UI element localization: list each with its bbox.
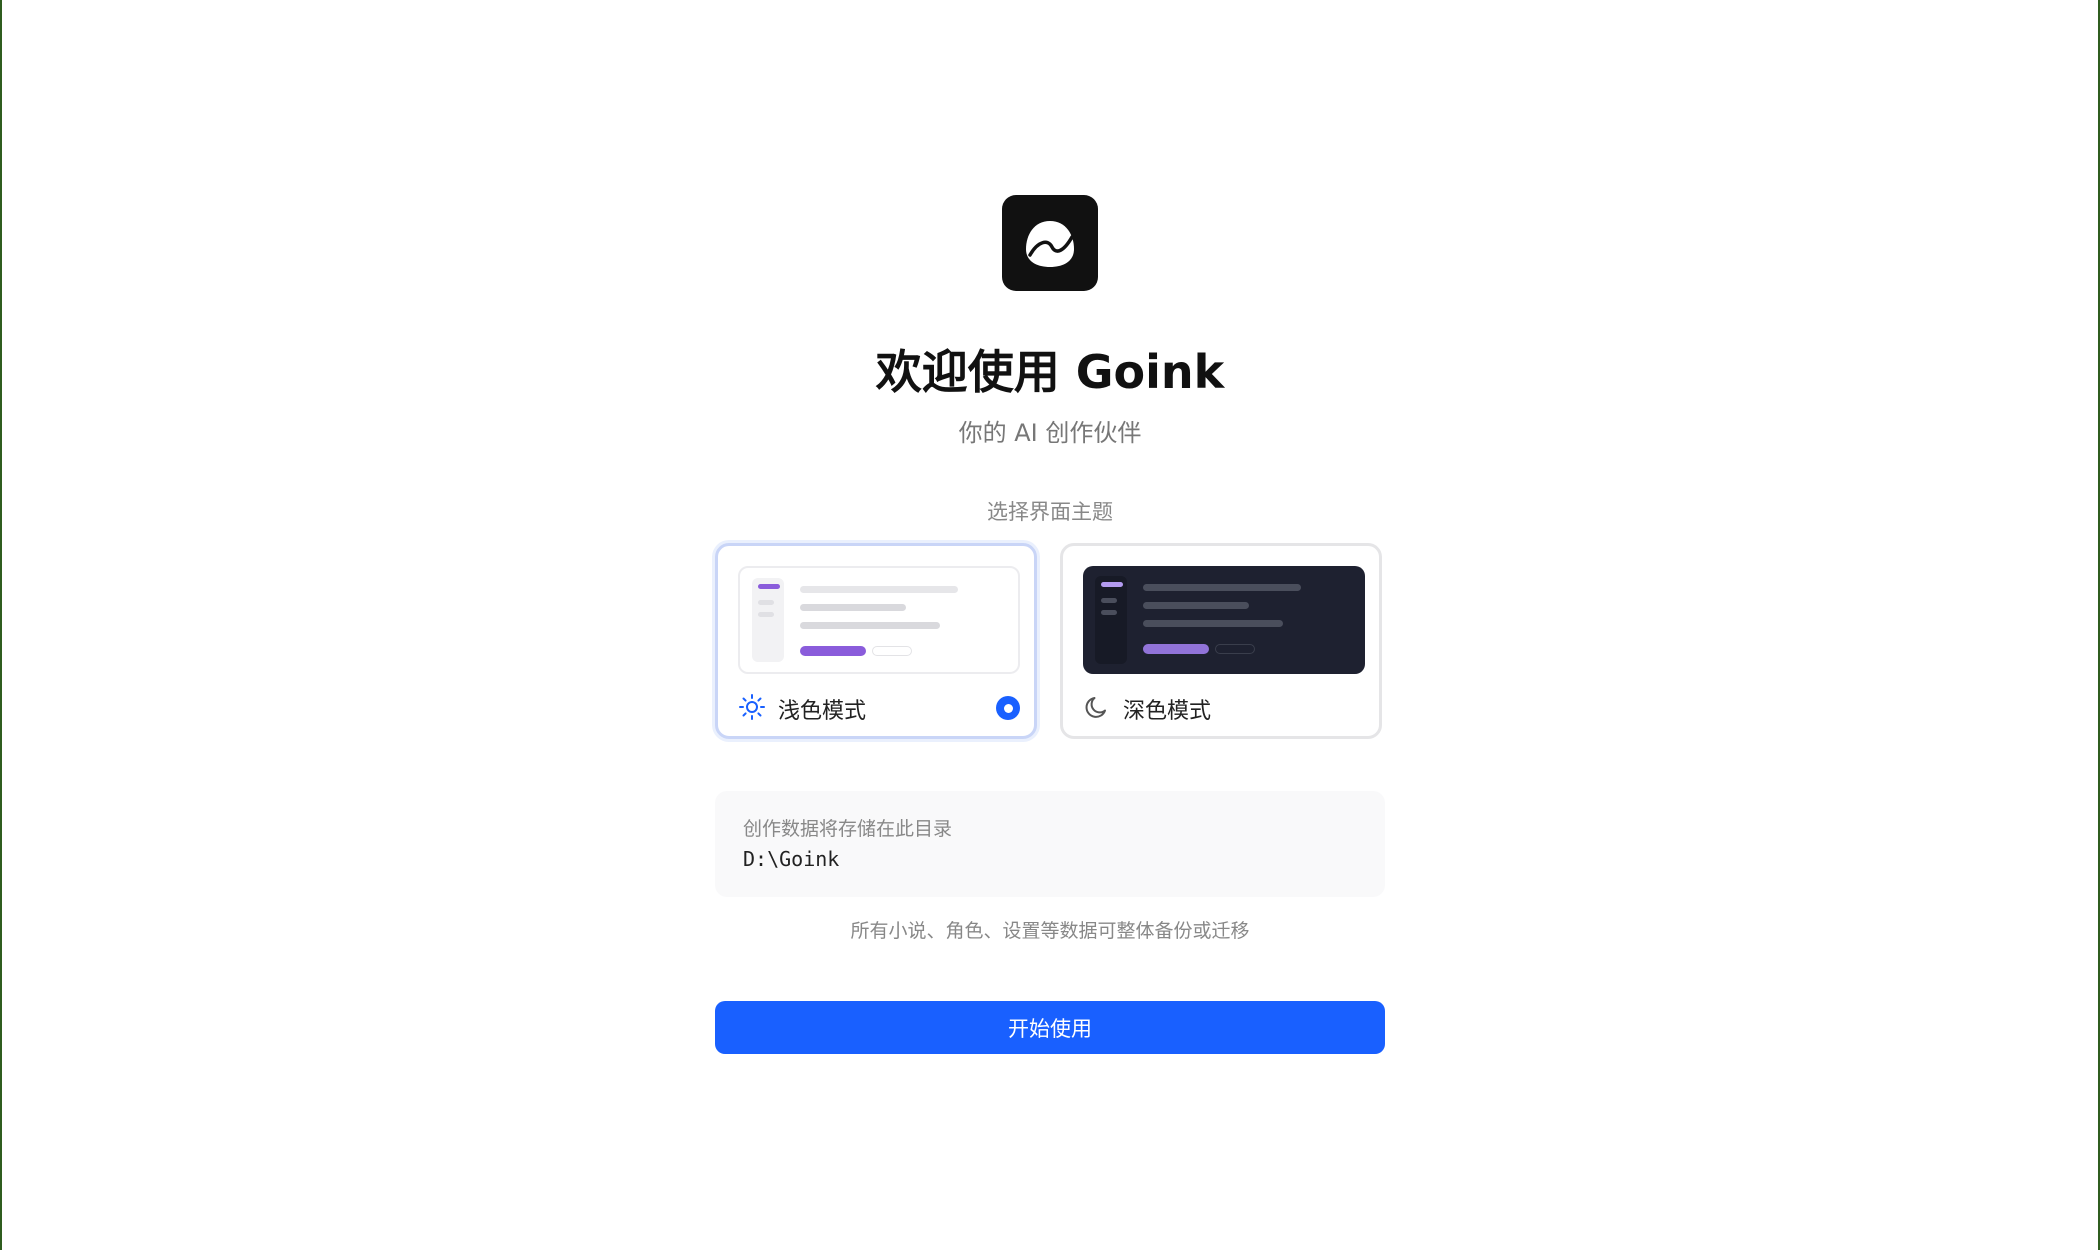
moon-icon	[1083, 693, 1111, 725]
theme-section-label: 选择界面主题	[987, 500, 1113, 524]
theme-option-dark[interactable]: 深色模式	[1060, 543, 1382, 739]
storage-note: 所有小说、角色、设置等数据可整体备份或迁移	[850, 920, 1250, 942]
app-logo-icon	[1002, 195, 1098, 291]
dark-theme-preview	[1083, 566, 1365, 674]
window-edge-left	[0, 0, 2, 1250]
page-title: 欢迎使用 Goink	[875, 345, 1225, 399]
light-theme-preview	[738, 566, 1020, 674]
light-theme-radio[interactable]	[996, 696, 1020, 720]
light-theme-footer: 浅色模式	[738, 694, 1020, 724]
dark-theme-footer: 深色模式	[1083, 694, 1365, 724]
radio-selected-dot	[1003, 703, 1013, 713]
storage-info-box: 创作数据将存储在此目录 D:\Goink	[715, 791, 1385, 897]
start-button[interactable]: 开始使用	[715, 1001, 1385, 1054]
light-theme-label: 浅色模式	[778, 699, 867, 724]
sun-icon	[738, 693, 766, 725]
storage-label: 创作数据将存储在此目录	[743, 818, 953, 840]
dark-theme-label: 深色模式	[1123, 699, 1212, 724]
theme-option-light[interactable]: 浅色模式	[715, 543, 1037, 739]
onboarding-panel: 欢迎使用 Goink 你的 AI 创作伙伴 选择界面主题 浅色模式 深色模式 创…	[715, 0, 1385, 1250]
storage-path[interactable]: D:\Goink	[743, 847, 839, 871]
page-subtitle: 你的 AI 创作伙伴	[958, 419, 1142, 447]
